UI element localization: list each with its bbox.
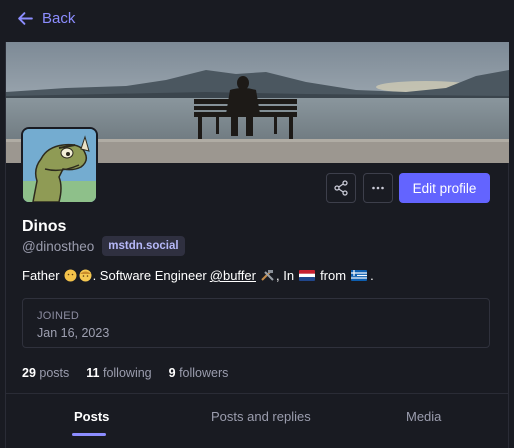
bio-text: .: [370, 268, 374, 283]
bio-text: Father: [22, 268, 60, 283]
greece-flag-icon: [351, 269, 368, 282]
stat-followers[interactable]: 9 followers: [169, 366, 229, 380]
handle-row: @dinostheo mstdn.social: [22, 236, 185, 256]
child-emoji-icon: [79, 269, 92, 282]
profile-stats: 29 posts 11 following 9 followers: [22, 366, 228, 380]
joined-label: JOINED: [37, 310, 80, 322]
bio-text: , In: [275, 268, 295, 283]
back-button[interactable]: Back: [17, 10, 75, 27]
tab-media[interactable]: Media: [406, 409, 441, 424]
top-bar: Back: [0, 0, 514, 42]
joined-box: JOINED Jan 16, 2023: [22, 298, 490, 348]
joined-date: Jan 16, 2023: [37, 326, 110, 340]
tab-posts[interactable]: Posts: [74, 409, 109, 424]
profile-panel: Edit profile Dinos @dinostheo mstdn.soci…: [5, 42, 509, 448]
back-label: Back: [42, 10, 76, 27]
tools-emoji-icon: [260, 269, 275, 282]
stat-following[interactable]: 11 following: [86, 366, 151, 380]
netherlands-flag-icon: [299, 269, 316, 282]
more-icon: [372, 186, 384, 190]
tab-posts-and-replies[interactable]: Posts and replies: [211, 409, 311, 424]
profile-bio: Father . Software Engineer @buffer , In …: [22, 268, 374, 283]
person-emoji-icon: [64, 269, 77, 282]
domain-badge[interactable]: mstdn.social: [102, 236, 185, 256]
arrow-left-icon: [18, 12, 33, 25]
bio-text: . Software Engineer: [92, 268, 207, 283]
mention-link[interactable]: @buffer: [210, 268, 256, 283]
profile-tabs: Posts Posts and replies Media: [6, 393, 509, 448]
bio-text: from: [320, 268, 347, 283]
account-handle: @dinostheo: [22, 238, 95, 254]
display-name: Dinos: [22, 218, 67, 235]
stat-posts[interactable]: 29 posts: [22, 366, 69, 380]
share-button[interactable]: [326, 173, 356, 203]
share-icon: [334, 180, 348, 196]
active-tab-indicator: [72, 433, 106, 436]
more-options-button[interactable]: [363, 173, 393, 203]
avatar[interactable]: [21, 127, 98, 204]
edit-profile-button[interactable]: Edit profile: [399, 173, 490, 203]
